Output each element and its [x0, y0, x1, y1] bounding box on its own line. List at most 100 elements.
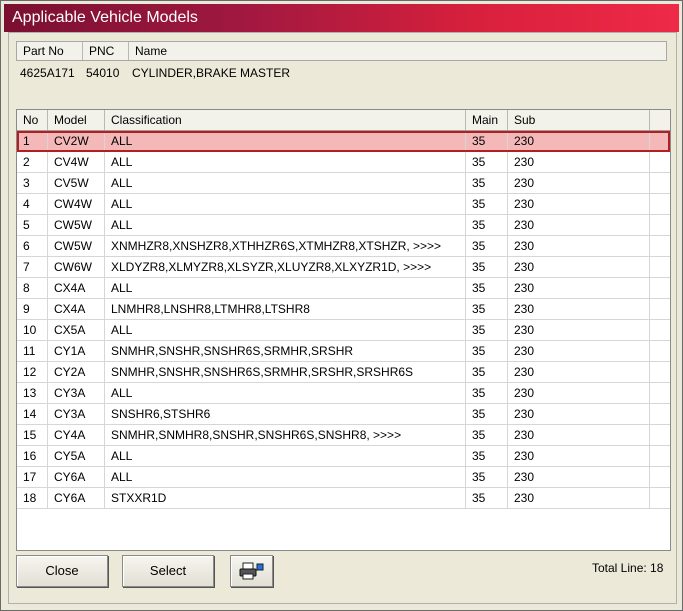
close-button[interactable]: Close: [16, 555, 108, 587]
col-header-no[interactable]: No: [17, 110, 48, 130]
col-header-filler: [650, 110, 670, 130]
table-row[interactable]: 9 CX4A LNMHR8,LNSHR8,LTMHR8,LTSHR8 35 230: [17, 299, 670, 320]
table-row[interactable]: 3 CV5W ALL 35 230: [17, 173, 670, 194]
row-no: 8: [17, 278, 48, 298]
row-classification: ALL: [105, 446, 466, 466]
row-main: 35: [466, 131, 508, 151]
row-model: CV5W: [48, 173, 105, 193]
table-row[interactable]: 13 CY3A ALL 35 230: [17, 383, 670, 404]
row-classification: XLDYZR8,XLMYZR8,XLSYZR,XLUYZR8,XLXYZR1D,…: [105, 257, 466, 277]
row-main: 35: [466, 383, 508, 403]
row-main: 35: [466, 341, 508, 361]
row-sub: 230: [508, 383, 650, 403]
row-classification: ALL: [105, 131, 466, 151]
part-info-header: Part No PNC Name: [16, 41, 667, 61]
title-bar[interactable]: Applicable Vehicle Models: [4, 4, 679, 32]
row-model: CW5W: [48, 215, 105, 235]
col-header-classification[interactable]: Classification: [105, 110, 466, 130]
row-filler: [650, 362, 670, 382]
table-row[interactable]: 4 CW4W ALL 35 230: [17, 194, 670, 215]
row-filler: [650, 194, 670, 214]
row-no: 15: [17, 425, 48, 445]
row-sub: 230: [508, 488, 650, 508]
row-main: 35: [466, 278, 508, 298]
row-no: 10: [17, 320, 48, 340]
table-row[interactable]: 1 CV2W ALL 35 230: [17, 131, 670, 152]
table-row[interactable]: 8 CX4A ALL 35 230: [17, 278, 670, 299]
row-main: 35: [466, 320, 508, 340]
row-no: 9: [17, 299, 48, 319]
row-main: 35: [466, 257, 508, 277]
table-row[interactable]: 5 CW5W ALL 35 230: [17, 215, 670, 236]
row-sub: 230: [508, 194, 650, 214]
row-filler: [650, 152, 670, 172]
table-row[interactable]: 16 CY5A ALL 35 230: [17, 446, 670, 467]
grid-header: No Model Classification Main Sub: [17, 110, 670, 131]
row-filler: [650, 299, 670, 319]
row-main: 35: [466, 173, 508, 193]
printer-icon: [239, 562, 263, 580]
row-classification: SNMHR,SNSHR,SNSHR6S,SRMHR,SRSHR,SRSHR6S: [105, 362, 466, 382]
row-filler: [650, 215, 670, 235]
table-row[interactable]: 15 CY4A SNMHR,SNMHR8,SNSHR,SNSHR6S,SNSHR8,…: [17, 425, 670, 446]
row-main: 35: [466, 362, 508, 382]
row-filler: [650, 404, 670, 424]
row-model: CY5A: [48, 446, 105, 466]
row-model: CV2W: [48, 131, 105, 151]
row-sub: 230: [508, 320, 650, 340]
table-row[interactable]: 7 CW6W XLDYZR8,XLMYZR8,XLSYZR,XLUYZR8,XLXY…: [17, 257, 670, 278]
row-filler: [650, 131, 670, 151]
row-model: CY6A: [48, 488, 105, 508]
row-filler: [650, 236, 670, 256]
row-main: 35: [466, 236, 508, 256]
row-no: 18: [17, 488, 48, 508]
part-no-value: 4625A171: [20, 66, 75, 80]
row-classification: ALL: [105, 278, 466, 298]
print-button[interactable]: [230, 555, 273, 587]
row-sub: 230: [508, 215, 650, 235]
table-row[interactable]: 6 CW5W XNMHZR8,XNSHZR8,XTHHZR6S,XTMHZR8,XT…: [17, 236, 670, 257]
col-header-sub[interactable]: Sub: [508, 110, 650, 130]
row-classification: ALL: [105, 194, 466, 214]
select-button[interactable]: Select: [122, 555, 214, 587]
window-title: Applicable Vehicle Models: [12, 9, 198, 26]
row-sub: 230: [508, 278, 650, 298]
row-sub: 230: [508, 425, 650, 445]
applicable-vehicle-models-window: Applicable Vehicle Models Part No PNC Na…: [0, 0, 683, 611]
row-filler: [650, 257, 670, 277]
row-filler: [650, 446, 670, 466]
name-header: Name: [135, 44, 168, 58]
row-sub: 230: [508, 236, 650, 256]
row-classification: ALL: [105, 320, 466, 340]
row-no: 4: [17, 194, 48, 214]
row-model: CW4W: [48, 194, 105, 214]
row-main: 35: [466, 194, 508, 214]
row-model: CY1A: [48, 341, 105, 361]
total-line-label: Total Line: 18: [592, 561, 664, 575]
row-model: CW5W: [48, 236, 105, 256]
row-no: 17: [17, 467, 48, 487]
table-row[interactable]: 17 CY6A ALL 35 230: [17, 467, 670, 488]
row-filler: [650, 278, 670, 298]
row-main: 35: [466, 425, 508, 445]
col-header-main[interactable]: Main: [466, 110, 508, 130]
dialog-body: Part No PNC Name 4625A171 54010 CYLINDER…: [8, 32, 677, 604]
table-row[interactable]: 2 CV4W ALL 35 230: [17, 152, 670, 173]
table-row[interactable]: 14 CY3A SNSHR6,STSHR6 35 230: [17, 404, 670, 425]
col-header-model[interactable]: Model: [48, 110, 105, 130]
vehicle-models-grid: No Model Classification Main Sub 1 CV2W AL…: [16, 109, 671, 551]
pnc-header: PNC: [83, 42, 129, 60]
row-sub: 230: [508, 404, 650, 424]
row-model: CY3A: [48, 404, 105, 424]
table-row[interactable]: 18 CY6A STXXR1D 35 230: [17, 488, 670, 509]
table-row[interactable]: 11 CY1A SNMHR,SNSHR,SNSHR6S,SRMHR,SRSHR 35 2…: [17, 341, 670, 362]
row-model: CW6W: [48, 257, 105, 277]
table-row[interactable]: 12 CY2A SNMHR,SNSHR,SNSHR6S,SRMHR,SRSHR,SR…: [17, 362, 670, 383]
row-model: CY2A: [48, 362, 105, 382]
row-main: 35: [466, 467, 508, 487]
row-classification: ALL: [105, 383, 466, 403]
row-classification: SNMHR,SNMHR8,SNSHR,SNSHR6S,SNSHR8, >>>>: [105, 425, 466, 445]
row-classification: STXXR1D: [105, 488, 466, 508]
row-classification: ALL: [105, 173, 466, 193]
table-row[interactable]: 10 CX5A ALL 35 230: [17, 320, 670, 341]
